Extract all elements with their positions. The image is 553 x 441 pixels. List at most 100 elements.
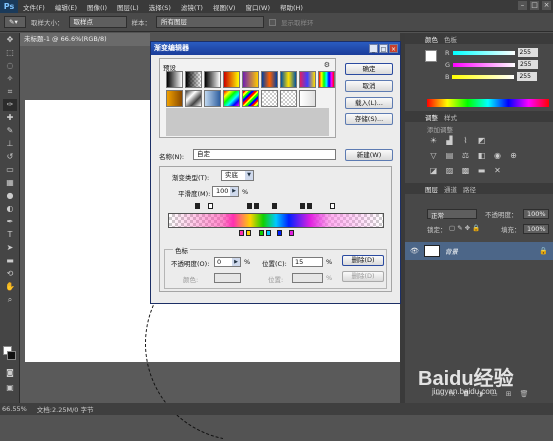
preset-swatch[interactable]	[223, 71, 240, 88]
zoom-level[interactable]: 66.55%	[2, 405, 27, 413]
opacity-stop[interactable]	[254, 203, 259, 209]
menu-image[interactable]: 图像(I)	[82, 2, 112, 12]
pen-tool-icon[interactable]: ✒	[3, 216, 17, 228]
color-balance-icon[interactable]: ⚖	[461, 151, 470, 160]
menu-layer[interactable]: 图层(L)	[112, 2, 144, 12]
document-tab[interactable]: 未标题-1 @ 66.6%(RGB/8)	[20, 33, 150, 46]
new-button[interactable]: 新建(W)	[345, 149, 393, 161]
menu-help[interactable]: 帮助(H)	[275, 2, 308, 12]
slider-g-track[interactable]	[453, 62, 516, 67]
ok-button[interactable]: 确定	[345, 63, 393, 75]
tab-layers[interactable]: 图层	[425, 184, 438, 194]
slider-b[interactable]: B 255	[445, 72, 550, 81]
stop-location-input[interactable]: 15	[292, 257, 323, 267]
photo-filter-icon[interactable]: ◉	[493, 151, 502, 160]
brightness-icon[interactable]: ☀	[429, 136, 438, 145]
preset-swatch[interactable]	[299, 90, 316, 107]
lock-icons[interactable]: ▢ ✎ ✥ 🔒	[449, 224, 480, 234]
slider-b-track[interactable]	[452, 74, 515, 79]
opacity-stop[interactable]	[247, 203, 252, 209]
slider-b-value[interactable]: 255	[517, 72, 538, 81]
opacity-stop[interactable]	[307, 203, 312, 209]
color-stop[interactable]	[259, 230, 264, 236]
dodge-tool-icon[interactable]: ◐	[3, 203, 17, 215]
dialog-maximize-icon[interactable]: □	[379, 44, 388, 53]
visibility-eye-icon[interactable]: 👁	[410, 247, 419, 255]
minimize-icon[interactable]: –	[518, 1, 527, 10]
preset-swatch[interactable]	[299, 71, 316, 88]
eraser-tool-icon[interactable]: ▭	[3, 164, 17, 176]
color-spectrum[interactable]	[427, 99, 549, 107]
hand-tool-icon[interactable]: ✋	[3, 281, 17, 293]
slider-r-track[interactable]	[452, 50, 515, 55]
cancel-button[interactable]: 取消	[345, 80, 393, 92]
preset-swatch[interactable]	[280, 90, 297, 107]
tab-paths[interactable]: 路径	[463, 184, 476, 194]
preset-swatch[interactable]	[261, 90, 278, 107]
tool-preset-picker[interactable]: ✎▾	[4, 16, 26, 28]
channel-mixer-icon[interactable]: ⊕	[509, 151, 518, 160]
gradient-tool-icon[interactable]: ▦	[3, 177, 17, 189]
magic-wand-tool-icon[interactable]: ✧	[3, 73, 17, 85]
delete-opacity-stop-button[interactable]: 删除(D)	[342, 255, 384, 266]
color-stop[interactable]	[289, 230, 294, 236]
blend-mode-select[interactable]: 正常	[427, 209, 477, 220]
opacity-stop[interactable]	[330, 203, 335, 209]
opacity-stop-selected[interactable]	[208, 203, 213, 209]
type-tool-icon[interactable]: T	[3, 229, 17, 241]
color-stop[interactable]	[266, 230, 271, 236]
tab-styles[interactable]: 样式	[444, 112, 457, 122]
chevron-right-icon[interactable]: ▶	[230, 187, 238, 196]
path-selection-tool-icon[interactable]: ➤	[3, 242, 17, 254]
slider-g-value[interactable]: 255	[518, 60, 539, 69]
menu-filter[interactable]: 滤镜(T)	[176, 2, 208, 12]
dialog-minimize-icon[interactable]: _	[369, 44, 378, 53]
marquee-tool-icon[interactable]: ⬚	[3, 47, 17, 59]
invert-icon[interactable]: ◪	[429, 166, 438, 175]
levels-icon[interactable]: ▟	[445, 136, 454, 145]
hue-saturation-icon[interactable]: ▤	[445, 151, 454, 160]
color-stop[interactable]	[246, 230, 251, 236]
healing-brush-tool-icon[interactable]: ✚	[3, 112, 17, 124]
slider-r-value[interactable]: 255	[517, 48, 538, 57]
maximize-icon[interactable]: □	[530, 1, 539, 10]
sample-size-select[interactable]: 取样点	[68, 16, 127, 28]
move-tool-icon[interactable]: ✥	[3, 34, 17, 46]
gradient-preview-bar[interactable]	[168, 213, 384, 228]
tab-swatches[interactable]: 色板	[444, 34, 457, 44]
stop-opacity-input[interactable]: 0 ▶	[214, 257, 241, 267]
opacity-stop[interactable]	[272, 203, 277, 209]
tab-adjustments[interactable]: 调整	[425, 112, 438, 122]
clone-stamp-tool-icon[interactable]: ⊥	[3, 138, 17, 150]
preset-swatch[interactable]	[223, 90, 240, 107]
menu-window[interactable]: 窗口(W)	[240, 2, 275, 12]
slider-r[interactable]: R 255	[445, 48, 550, 57]
preset-swatch[interactable]	[166, 90, 183, 107]
smoothness-input[interactable]: 100 ▶	[212, 186, 239, 197]
preset-swatch[interactable]	[185, 71, 202, 88]
exposure-icon[interactable]: ◩	[477, 136, 486, 145]
menu-edit[interactable]: 编辑(E)	[50, 2, 82, 12]
gradient-map-icon[interactable]: ▬	[477, 166, 486, 175]
fg-color-chip[interactable]	[425, 50, 437, 62]
layer-row-background[interactable]: 👁 背景 🔒	[405, 242, 553, 260]
tab-channels[interactable]: 通道	[444, 184, 457, 194]
preset-swatch[interactable]	[166, 71, 183, 88]
screen-mode-icon[interactable]: ▣	[3, 382, 17, 394]
opacity-input[interactable]: 100%	[523, 209, 549, 219]
threshold-icon[interactable]: ▩	[461, 166, 470, 175]
preset-swatch[interactable]	[242, 90, 259, 107]
preset-swatch[interactable]	[318, 71, 335, 88]
slider-g[interactable]: G 255	[445, 60, 550, 69]
vibrance-icon[interactable]: ▽	[429, 151, 438, 160]
preset-swatch[interactable]	[204, 71, 221, 88]
preset-swatch[interactable]	[280, 71, 297, 88]
fill-input[interactable]: 100%	[523, 224, 549, 234]
menu-select[interactable]: 选择(S)	[144, 2, 176, 12]
opacity-stop[interactable]	[300, 203, 305, 209]
color-stop[interactable]	[277, 230, 282, 236]
blur-tool-icon[interactable]: ●	[3, 190, 17, 202]
preset-swatch[interactable]	[204, 90, 221, 107]
show-ring-checkbox[interactable]	[269, 18, 276, 26]
doc-info[interactable]: 文档:2.25M/0 字节	[37, 404, 94, 414]
